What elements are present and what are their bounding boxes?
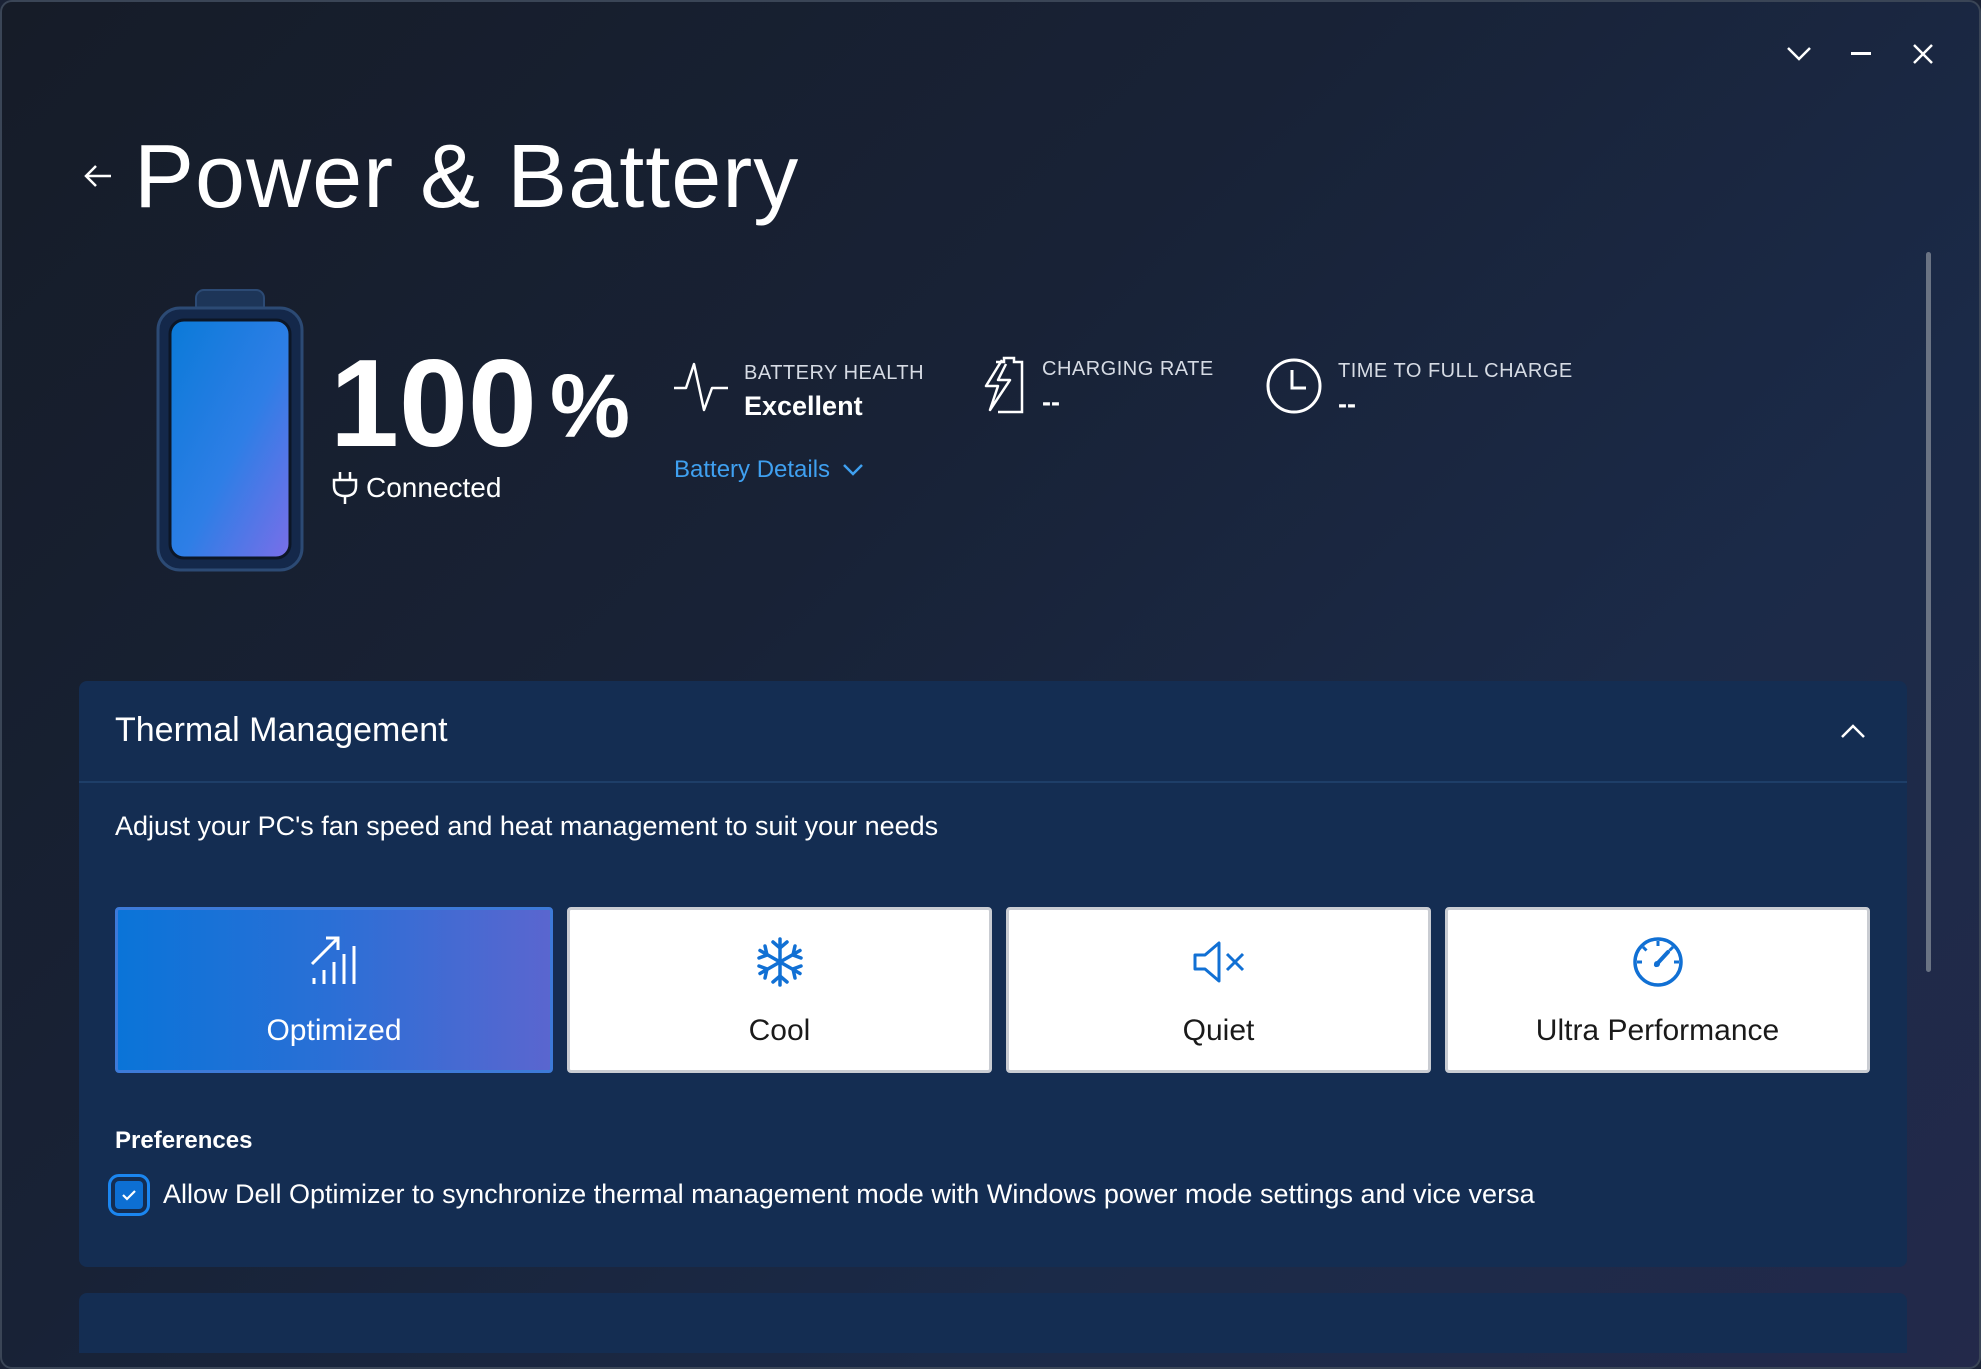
battery-health-value: Excellent [744,391,863,421]
thermal-card-header[interactable]: Thermal Management [79,681,1907,783]
app-window: Power & Battery 100 % Connected BATTERY … [0,0,1981,1369]
battery-percent: 100 [330,335,537,473]
snowflake-icon [752,934,808,990]
sync-preference-label: Allow Dell Optimizer to synchronize ther… [163,1179,1535,1209]
battery-graphic [156,289,304,572]
chevron-up-icon [1841,724,1865,738]
thermal-description: Adjust your PC's fan speed and heat mana… [115,811,939,841]
mode-ultra-performance-label: Ultra Performance [1535,1014,1780,1047]
mode-cool-button[interactable]: Cool [567,907,992,1073]
preferences-title: Preferences [115,1127,253,1154]
connection-status: Connected [330,470,501,506]
time-to-full-stat: TIME TO FULL CHARGE -- [1264,356,1573,420]
arrow-left-icon [84,165,111,187]
mode-optimized-label: Optimized [266,1014,402,1047]
mode-quiet-label: Quiet [1182,1014,1255,1047]
clock-icon [1266,358,1322,414]
charging-rate-stat: CHARGING RATE -- [978,354,1214,418]
plug-icon [332,472,358,504]
sync-preference-checkbox[interactable] [108,1173,150,1216]
back-button[interactable] [78,156,118,196]
battery-details-link[interactable]: Battery Details [674,456,864,484]
speedometer-icon [1630,934,1686,990]
thermal-mode-options: Optimized Cool Quiet Ultra Performance [115,907,1870,1073]
thermal-management-card: Thermal Management Adjust your PC's fan … [79,681,1907,1267]
title-bar-controls [1783,38,1939,70]
time-to-full-value: -- [1338,389,1356,419]
mode-quiet-button[interactable]: Quiet [1006,907,1431,1073]
sync-preference-row: Allow Dell Optimizer to synchronize ther… [108,1173,1535,1216]
time-to-full-label: TIME TO FULL CHARGE [1338,360,1573,382]
chevron-down-icon [843,464,863,476]
charging-rate-label: CHARGING RATE [1042,358,1214,380]
chevron-down-icon[interactable] [1783,38,1815,70]
mode-ultra-performance-button[interactable]: Ultra Performance [1445,907,1870,1073]
mode-cool-label: Cool [748,1014,811,1047]
battery-health-stat: BATTERY HEALTH Excellent [672,358,924,422]
minimize-icon[interactable] [1845,38,1877,70]
thermal-card-title: Thermal Management [115,711,448,749]
mute-icon [1191,934,1247,990]
charging-battery-icon [984,356,1024,414]
scrollbar[interactable] [1926,252,1931,972]
battery-health-label: BATTERY HEALTH [744,362,925,384]
page-title: Power & Battery [134,127,800,227]
collapse-button[interactable] [1835,713,1871,749]
battery-percent-sign: % [550,357,631,457]
battery-details-label: Battery Details [674,456,831,483]
signal-arrow-icon [306,934,362,990]
pulse-icon [674,362,728,412]
close-icon[interactable] [1907,38,1939,70]
connection-status-label: Connected [366,472,502,503]
checkmark-icon [122,1189,136,1201]
mode-optimized-button[interactable]: Optimized [115,907,553,1073]
charging-rate-value: -- [1042,387,1060,417]
next-section-card [79,1293,1907,1353]
